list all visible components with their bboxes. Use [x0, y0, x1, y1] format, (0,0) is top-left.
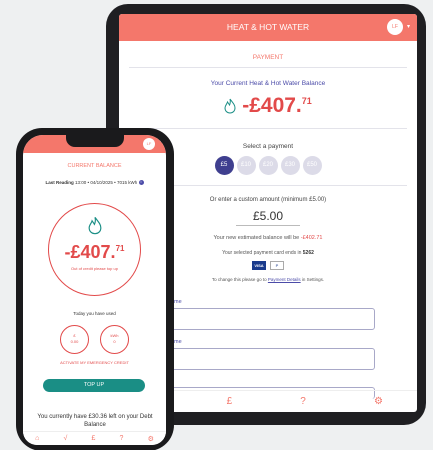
home-icon[interactable]: ⌂: [35, 435, 39, 442]
balance-label: Your Current Heat & Hot Water Balance: [210, 80, 326, 87]
debt-balance-text: You currently have £30.36 left on your D…: [37, 414, 153, 428]
payment-details-link[interactable]: Payment Details: [268, 277, 301, 282]
section-title: PAYMENT: [252, 54, 284, 61]
flame-icon: [88, 216, 101, 235]
chevron-down-icon[interactable]: ▾: [407, 14, 410, 41]
name-field[interactable]: [169, 308, 375, 330]
divider: [129, 128, 407, 129]
flame-icon: [224, 98, 236, 114]
amount-option-5[interactable]: £5: [214, 156, 234, 175]
pound-icon[interactable]: £: [91, 435, 95, 442]
tablet-header: HEAT & HOT WATER LF ▾: [119, 14, 417, 41]
balance-subtext: Out of credit please top up: [71, 266, 118, 271]
phone-nav-bar: ⌂ √ £ ? ⚙: [23, 431, 166, 445]
amount-option-10[interactable]: £10: [236, 156, 256, 175]
info-icon[interactable]: i: [138, 180, 144, 186]
avatar[interactable]: LF: [143, 138, 155, 150]
amount-option-20[interactable]: £20: [258, 156, 278, 175]
pound-icon[interactable]: £: [227, 396, 233, 407]
phone-notch: [66, 135, 124, 147]
amount-option-30[interactable]: £30: [280, 156, 300, 175]
header-title: HEAT & HOT WATER: [226, 22, 310, 32]
last-reading: Last Reading 13:00 • 04/10/2025 • 7015 k…: [23, 180, 166, 186]
gear-icon[interactable]: ⚙: [148, 435, 154, 443]
used-energy-ring: kWh 0: [100, 325, 129, 354]
emergency-credit-link[interactable]: ACTIVATE MY EMERGENCY CREDIT: [23, 360, 166, 365]
avatar[interactable]: LF: [387, 19, 403, 35]
used-today-label: Today you have used: [73, 311, 116, 316]
balance-row: -£407.71: [119, 94, 417, 118]
divider: [129, 67, 407, 68]
section-title: CURRENT BALANCE: [67, 163, 122, 169]
used-money-ring: £0.00: [60, 325, 89, 354]
balance-ring: -£407.71 Out of credit please top up: [48, 203, 141, 296]
top-up-button[interactable]: TOP UP: [43, 379, 145, 392]
balance-value: -£407.71: [242, 94, 312, 117]
usage-icon[interactable]: √: [63, 435, 67, 442]
balance-value: -£407.71: [64, 242, 125, 262]
amount-option-50[interactable]: £50: [302, 156, 322, 175]
name-field[interactable]: [169, 348, 375, 370]
phone-screen: LF ▾ CURRENT BALANCE Last Reading 13:00 …: [23, 135, 166, 445]
custom-amount-input[interactable]: £5.00: [236, 209, 300, 226]
help-icon[interactable]: ?: [300, 396, 306, 407]
gear-icon[interactable]: ⚙: [374, 396, 383, 407]
visa-logo: VISA: [252, 261, 266, 270]
chevron-down-icon[interactable]: ▾: [159, 138, 162, 144]
paypoint-logo: P: [270, 261, 284, 270]
help-icon[interactable]: ?: [120, 435, 124, 442]
